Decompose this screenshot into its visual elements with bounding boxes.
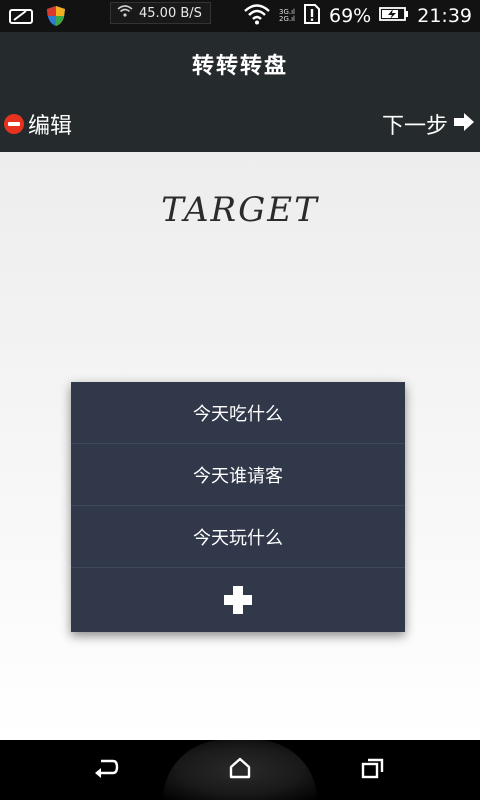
sim-alert-icon (303, 3, 321, 29)
network-speed-indicator: 45.00 B/S (110, 2, 211, 24)
target-title: TARGET (161, 190, 319, 230)
status-bar: 45.00 B/S 3G.ıl 2G.ıl 69% 21:39 (0, 0, 480, 32)
page-title: 转转转盘 (191, 54, 288, 79)
notification-icon (8, 7, 36, 29)
add-item-button[interactable] (71, 568, 405, 632)
battery-percent: 69% (329, 5, 372, 27)
app-header: 转转转盘 编辑 下一步 (0, 32, 480, 152)
list-item-label: 今天玩什么 (193, 527, 283, 549)
home-icon (228, 757, 252, 783)
list-item[interactable]: 今天吃什么 (71, 382, 405, 444)
recent-apps-icon (361, 757, 385, 783)
recent-apps-button[interactable] (356, 754, 390, 786)
signal-2g-label: 2G.ıl (279, 15, 295, 23)
navigation-bar (0, 740, 480, 800)
home-button[interactable] (223, 754, 257, 786)
minus-circle-icon (4, 114, 24, 134)
target-list: 今天吃什么 今天谁请客 今天玩什么 (71, 382, 405, 632)
network-speed-text: 45.00 B/S (139, 5, 202, 21)
plus-icon (224, 586, 252, 614)
back-icon (93, 757, 119, 783)
mobile-signal: 3G.ıl 2G.ıl (279, 9, 295, 23)
list-item[interactable]: 今天谁请客 (71, 444, 405, 506)
next-step-button[interactable]: 下一步 (382, 108, 474, 140)
next-label: 下一步 (381, 114, 448, 139)
list-item-label: 今天谁请客 (193, 465, 283, 487)
list-item[interactable]: 今天玩什么 (71, 506, 405, 568)
list-item-label: 今天吃什么 (193, 403, 283, 425)
status-left-icons (8, 5, 66, 31)
wifi-icon (243, 3, 271, 29)
back-button[interactable] (89, 754, 123, 786)
battery-charging-icon (379, 6, 409, 26)
arrow-right-icon (454, 112, 474, 137)
wifi-small-icon (117, 5, 133, 21)
main-content: TARGET 今天吃什么 今天谁请客 今天玩什么 (0, 152, 480, 740)
status-right-icons: 3G.ıl 2G.ıl 69% 21:39 (243, 3, 472, 29)
shield-icon (46, 5, 66, 31)
edit-button[interactable]: 编辑 (4, 108, 72, 140)
clock: 21:39 (417, 5, 472, 27)
edit-label: 编辑 (28, 114, 73, 139)
